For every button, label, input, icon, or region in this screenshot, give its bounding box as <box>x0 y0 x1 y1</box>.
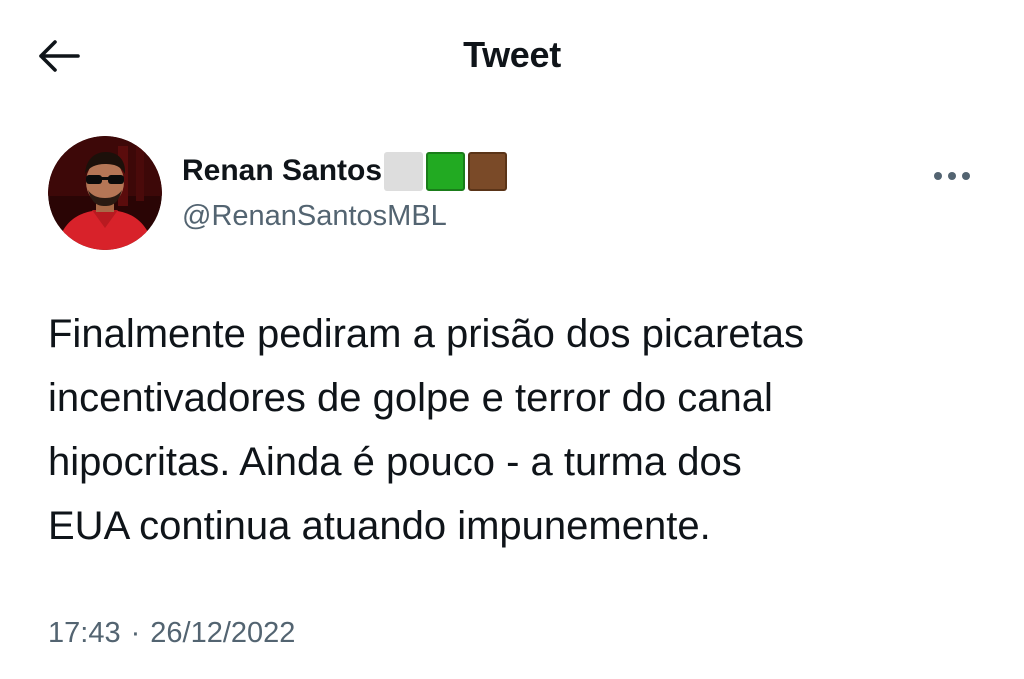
display-name: Renan Santos <box>182 154 383 187</box>
more-options-button[interactable] <box>930 158 974 194</box>
time-separator: · <box>130 617 141 649</box>
avatar-photo <box>48 136 162 250</box>
author-name-row[interactable]: Renan Santos <box>182 151 510 191</box>
author-handle[interactable]: @RenanSantosMBL <box>182 198 447 234</box>
brown-square-icon <box>468 151 508 191</box>
name-emoji-squares <box>384 151 510 191</box>
top-bar: Tweet <box>0 0 1024 110</box>
avatar[interactable] <box>48 136 162 250</box>
tweet-date: 26/12/2022 <box>150 617 296 649</box>
tweet-time: 17:43 <box>48 617 121 649</box>
page-title: Tweet <box>463 34 561 75</box>
green-square-icon <box>426 151 466 191</box>
tweet-timestamp[interactable]: 17:43 · 26/12/2022 <box>48 615 295 651</box>
white-square-icon <box>384 151 424 191</box>
tweet-text: Finalmente pediram a prisão dos picareta… <box>48 312 804 548</box>
more-horizontal-icon <box>934 172 970 180</box>
tweet-author: Renan Santos @RenanSantosMBL <box>48 136 988 252</box>
tweet-detail-page: Tweet Renan Santos @RenanSantosMBL Final… <box>0 0 1024 679</box>
